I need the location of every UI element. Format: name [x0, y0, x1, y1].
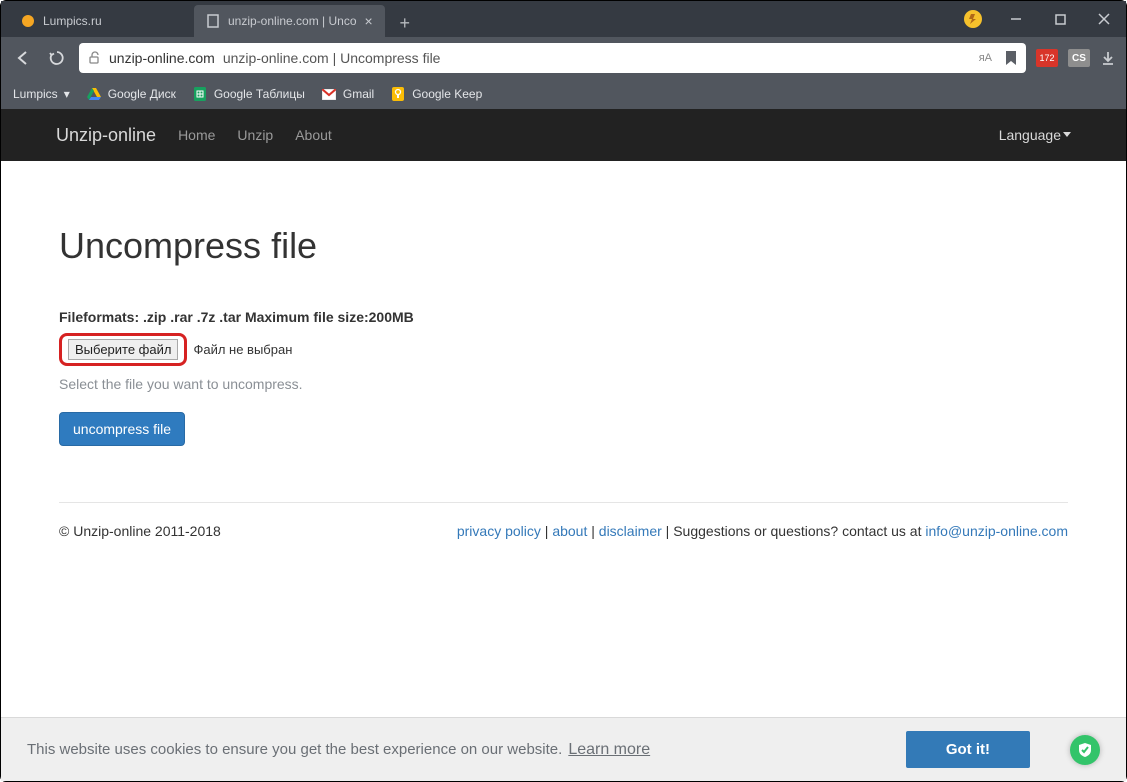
page-title: Uncompress file — [59, 225, 1068, 267]
bookmark-label: Gmail — [343, 87, 374, 101]
bookmarks-bar: Lumpics ▾ Google Диск Google Таблицы Gma… — [1, 79, 1126, 109]
address-trailers: яА — [979, 50, 1018, 66]
nav-link-home[interactable]: Home — [178, 127, 215, 143]
address-domain: unzip-online.com — [109, 50, 215, 66]
language-dropdown[interactable]: Language — [999, 127, 1071, 143]
downloads-icon[interactable] — [1100, 50, 1116, 66]
divider — [59, 502, 1068, 503]
caret-down-icon — [1063, 132, 1071, 138]
language-label: Language — [999, 127, 1061, 143]
keep-icon — [390, 86, 406, 102]
cookie-bar: This website uses cookies to ensure you … — [1, 717, 1126, 781]
choose-file-highlight: Выберите файл — [59, 333, 187, 366]
sep: | — [587, 523, 598, 539]
address-title: unzip-online.com | Uncompress file — [223, 50, 441, 66]
bookmark-lumpics[interactable]: Lumpics ▾ — [13, 87, 70, 101]
close-icon[interactable]: × — [365, 13, 373, 29]
minimize-button[interactable] — [994, 1, 1038, 37]
cs-extension-icon[interactable]: CS — [1068, 49, 1090, 67]
nav-link-about[interactable]: About — [295, 127, 332, 143]
footer-links: privacy policy | about | disclaimer | Su… — [457, 523, 1068, 539]
bookmark-label: Google Диск — [108, 87, 176, 101]
bookmark-icon[interactable] — [1004, 50, 1018, 66]
helper-text: Select the file you want to uncompress. — [59, 376, 1068, 392]
tab-title: unzip-online.com | Unco — [228, 14, 357, 28]
file-row: Выберите файл Файл не выбран — [59, 333, 1068, 366]
site-brand[interactable]: Unzip-online — [56, 125, 156, 146]
sep: | — [541, 523, 552, 539]
tab-title: Lumpics.ru — [43, 14, 102, 28]
suggestions-text: | Suggestions or questions? contact us a… — [662, 523, 926, 539]
browser-nav-bar: unzip-online.com unzip-online.com | Unco… — [1, 37, 1126, 79]
window-controls — [964, 1, 1126, 37]
lock-icon — [87, 51, 101, 65]
uncompress-button[interactable]: uncompress file — [59, 412, 185, 446]
cookie-text: This website uses cookies to ensure you … — [27, 741, 562, 758]
maximize-button[interactable] — [1038, 1, 1082, 37]
reload-button[interactable] — [45, 46, 69, 70]
address-bar[interactable]: unzip-online.com unzip-online.com | Unco… — [79, 43, 1026, 73]
gmail-icon — [321, 86, 337, 102]
drive-icon — [86, 86, 102, 102]
bookmark-gmail[interactable]: Gmail — [321, 86, 374, 102]
new-tab-button[interactable]: + — [391, 9, 419, 37]
bookmark-google-sheets[interactable]: Google Таблицы — [192, 86, 305, 102]
link-disclaimer[interactable]: disclaimer — [599, 523, 662, 539]
copyright: © Unzip-online 2011-2018 — [59, 523, 221, 539]
cookie-learn-more[interactable]: Learn more — [568, 741, 650, 759]
no-file-label: Файл не выбран — [193, 342, 292, 357]
choose-file-button[interactable]: Выберите файл — [68, 339, 178, 360]
favicon-lumpics — [21, 14, 35, 28]
bookmark-label: Google Keep — [412, 87, 482, 101]
back-button[interactable] — [11, 46, 35, 70]
browser-tab-active[interactable]: unzip-online.com | Unco × — [194, 5, 385, 37]
browser-tab-strip: Lumpics.ru unzip-online.com | Unco × + — [1, 1, 1126, 37]
page-content: Uncompress file Fileformats: .zip .rar .… — [1, 161, 1126, 503]
bookmark-label: Lumpics — [13, 87, 58, 101]
nav-link-unzip[interactable]: Unzip — [237, 127, 273, 143]
site-navbar: Unzip-online Home Unzip About Language — [1, 109, 1126, 161]
favicon-page-icon — [206, 14, 220, 28]
sheets-icon — [192, 86, 208, 102]
link-privacy[interactable]: privacy policy — [457, 523, 541, 539]
link-email[interactable]: info@unzip-online.com — [925, 523, 1068, 539]
calendar-extension-icon[interactable]: 172 — [1036, 49, 1058, 67]
cookie-accept-button[interactable]: Got it! — [906, 731, 1030, 768]
link-about[interactable]: about — [552, 523, 587, 539]
bookmark-google-drive[interactable]: Google Диск — [86, 86, 176, 102]
extension-icon[interactable] — [964, 10, 982, 28]
page-footer: © Unzip-online 2011-2018 privacy policy … — [1, 523, 1126, 539]
browser-tab-inactive[interactable]: Lumpics.ru — [9, 5, 194, 37]
translate-icon[interactable]: яА — [979, 52, 992, 64]
bookmark-label: Google Таблицы — [214, 87, 305, 101]
bookmark-google-keep[interactable]: Google Keep — [390, 86, 482, 102]
chevron-down-icon: ▾ — [64, 87, 70, 101]
shield-icon[interactable] — [1070, 735, 1100, 765]
formats-line: Fileformats: .zip .rar .7z .tar Maximum … — [59, 309, 1068, 325]
close-window-button[interactable] — [1082, 1, 1126, 37]
